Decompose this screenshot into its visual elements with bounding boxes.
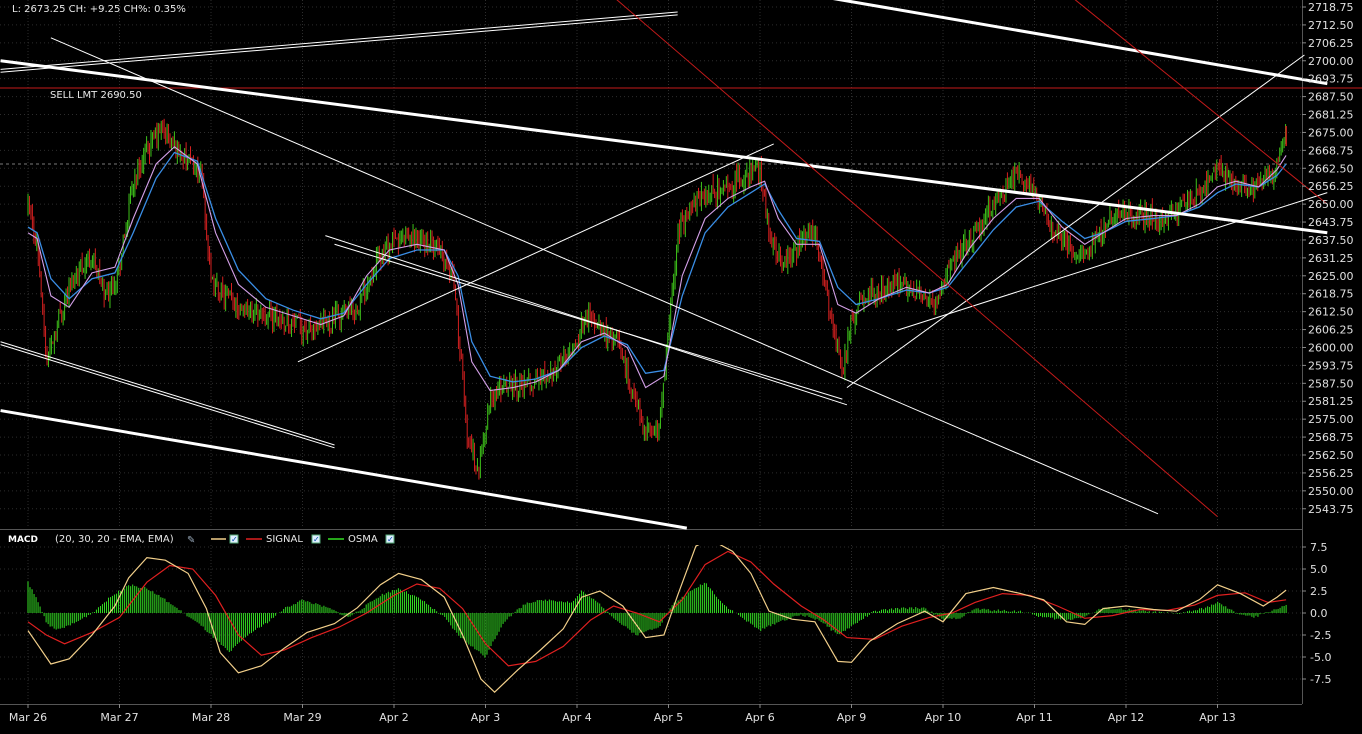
price-tick-label: 2668.75 [1308,144,1354,157]
macd-params[interactable]: (20, 30, 20 - EMA, EMA) [55,534,174,545]
signal-legend-label: SIGNAL [266,534,303,545]
price-tick-label: 2643.75 [1308,216,1354,229]
price-tick-label: 2700.00 [1308,55,1354,68]
macd-tick-label: 2.5 [1310,585,1328,598]
price-tick-label: 2581.25 [1308,395,1354,408]
macd-tick-label: 5.0 [1310,563,1328,576]
price-tick-label: 2712.50 [1308,19,1354,32]
time-tick-label: Apr 5 [654,711,684,724]
price-tick-label: 2656.25 [1308,180,1354,193]
macd-tick-label: 0.0 [1310,607,1328,620]
price-tick-label: 2706.25 [1308,37,1354,50]
time-tick-label: Apr 4 [562,711,592,724]
trading-chart: 2718.75 2712.50 2706.25 2700.00 2693.75 2687.… [0,0,1362,730]
time-tick-label: Apr 9 [837,711,867,724]
chart-canvas: 2718.75 2712.50 2706.25 2700.00 2693.75 2687.… [0,0,1362,730]
price-tick-label: 2631.25 [1308,252,1354,265]
price-tick-label: 2650.00 [1308,198,1354,211]
price-tick-label: 2693.75 [1308,73,1354,86]
signal-check-icon: ✓ [313,535,320,544]
macd-tick-label: -5.0 [1310,651,1331,664]
price-tick-label: 2556.25 [1308,467,1354,480]
time-tick-label: Apr 13 [1199,711,1236,724]
price-tick-label: 2681.25 [1308,109,1354,122]
price-tick-label: 2593.75 [1308,359,1354,372]
price-tick-label: 2568.75 [1308,431,1354,444]
price-tick-label: 2550.00 [1308,485,1354,498]
time-tick-label: Mar 26 [9,711,47,724]
sell-limit-order-label[interactable]: SELL LMT 2690.50 [50,90,142,101]
time-tick-label: Apr 10 [925,711,962,724]
price-tick-label: 2575.00 [1308,413,1354,426]
time-tick-label: Apr 11 [1016,711,1053,724]
price-tick-label: 2637.50 [1308,234,1354,247]
time-tick-label: Apr 3 [471,711,501,724]
macd-line-check-icon: ✓ [231,535,238,544]
price-tick-label: 2606.25 [1308,324,1354,337]
price-tick-label: 2562.50 [1308,449,1354,462]
osma-legend-label: OSMA [348,534,378,545]
price-tick-label: 2612.50 [1308,306,1354,319]
macd-tick-label: 7.5 [1310,541,1328,554]
time-tick-label: Apr 2 [379,711,409,724]
macd-title: MACD [8,535,38,545]
time-tick-label: Mar 28 [192,711,230,724]
quote-header: L: 2673.25 CH: +9.25 CH%: 0.35% [12,4,186,15]
price-tick-label: 2600.00 [1308,341,1354,354]
macd-tick-label: -7.5 [1310,673,1331,686]
time-tick-label: Apr 6 [745,711,775,724]
price-tick-label: 2687.50 [1308,91,1354,104]
price-tick-label: 2675.00 [1308,126,1354,139]
price-tick-label: 2662.50 [1308,162,1354,175]
price-tick-label: 2587.50 [1308,377,1354,390]
time-tick-label: Mar 27 [100,711,138,724]
pencil-icon[interactable]: ✎ [187,535,195,546]
osma-check-icon: ✓ [387,535,394,544]
time-tick-label: Apr 12 [1108,711,1145,724]
price-tick-label: 2625.00 [1308,270,1354,283]
price-tick-label: 2718.75 [1308,1,1354,14]
time-tick-label: Mar 29 [283,711,321,724]
price-tick-label: 2543.75 [1308,503,1354,516]
price-tick-label: 2618.75 [1308,288,1354,301]
macd-tick-label: -2.5 [1310,629,1331,642]
